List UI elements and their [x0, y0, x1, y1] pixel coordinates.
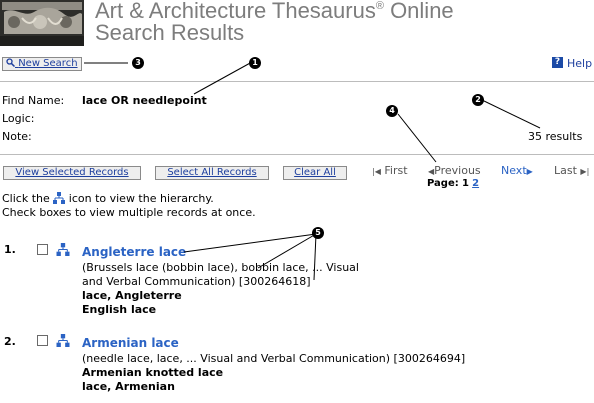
callout-2: 2 — [472, 94, 484, 106]
callout-5: 5 — [312, 227, 324, 239]
current-page: 1 — [461, 178, 469, 189]
page-subtitle: Search Results — [95, 20, 245, 45]
record-number: 2. — [4, 335, 16, 348]
hierarchy-icon — [53, 192, 66, 204]
pagination-next[interactable]: Next▶ — [501, 164, 533, 177]
logo-image — [0, 0, 84, 46]
page-indicator: Page: 1 2 — [427, 178, 480, 189]
select-all-records-button[interactable]: Select All Records — [155, 166, 269, 180]
callout-arrow-4 — [397, 113, 437, 163]
callout-4: 4 — [386, 105, 398, 117]
record-alt-term: lace, Armenian — [82, 380, 175, 393]
help-link[interactable]: Help — [567, 57, 592, 70]
instructions-line-2: Check boxes to view multiple records at … — [2, 206, 256, 219]
instructions-line-1: Click the icon to view the hierarchy. — [2, 192, 214, 205]
logic-label: Logic: — [2, 112, 35, 125]
callout-1: 1 — [249, 57, 261, 69]
record-checkbox[interactable] — [37, 335, 48, 346]
callout-3: 3 — [132, 57, 144, 69]
pagination-last: Last ▶| — [554, 164, 590, 177]
magnifier-icon — [6, 58, 16, 68]
page-link-2[interactable]: 2 — [472, 178, 479, 189]
callout-arrow-2 — [481, 99, 541, 129]
new-search-button[interactable]: New Search — [2, 57, 82, 71]
callout-arrow-3 — [84, 62, 128, 64]
find-name-label: Find Name: — [2, 94, 65, 107]
record-alt-term: English lace — [82, 303, 157, 316]
clear-all-button[interactable]: Clear All — [283, 166, 347, 180]
last-arrow-icon: ▶| — [580, 167, 590, 176]
record-checkbox[interactable] — [37, 244, 48, 255]
find-name-value: lace OR needlepoint — [82, 94, 207, 107]
record-title-link[interactable]: Angleterre lace — [82, 245, 186, 259]
hierarchy-icon[interactable] — [56, 334, 70, 347]
next-arrow-icon: ▶ — [526, 167, 533, 176]
record-alt-term: lace, Angleterre — [82, 289, 182, 302]
help-icon[interactable]: ? — [552, 57, 563, 68]
record-number: 1. — [4, 243, 16, 256]
record-context: (needle lace, lace, ... Visual and Verba… — [82, 352, 466, 365]
hierarchy-icon[interactable] — [56, 243, 70, 256]
record-alt-term: Armenian knotted lace — [82, 366, 224, 379]
first-arrow-icon: |◀ — [372, 167, 381, 176]
note-label: Note: — [2, 130, 32, 143]
view-selected-records-button[interactable]: View Selected Records — [3, 166, 141, 180]
divider — [0, 81, 594, 82]
record-title-link[interactable]: Armenian lace — [82, 336, 179, 350]
divider — [0, 154, 594, 155]
callout-arrow-5 — [183, 233, 317, 281]
new-search-label: New Search — [18, 58, 78, 69]
